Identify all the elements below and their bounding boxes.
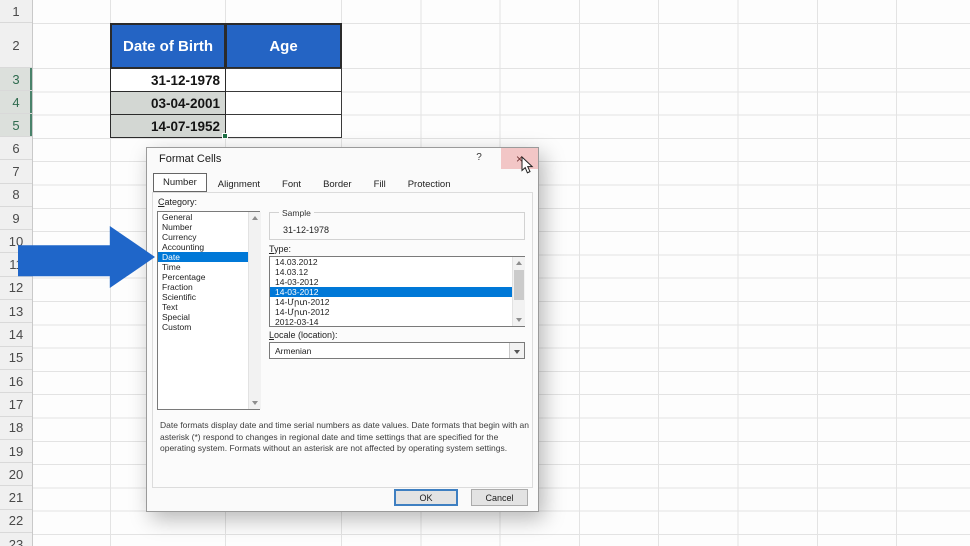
row-number[interactable]: 15 <box>0 347 32 370</box>
row-number[interactable]: 22 <box>0 510 32 534</box>
date-cell-active[interactable]: 31-12-1978 <box>110 68 226 92</box>
age-cell[interactable] <box>225 91 342 115</box>
tab-strip: Number Alignment Font Border Fill Protec… <box>153 173 462 192</box>
locale-label: Locale (location): <box>269 330 338 340</box>
locale-dropdown[interactable]: Armenian <box>269 342 525 359</box>
dropdown-button[interactable] <box>509 343 524 358</box>
date-cell-selected[interactable]: 03-04-2001 <box>110 91 226 115</box>
row-number[interactable]: 2 <box>0 23 32 68</box>
sample-label: Sample <box>279 208 314 218</box>
number-tab-panel: Category: General Number Currency Accountin… <box>152 192 533 488</box>
row-number[interactable]: 4 <box>0 91 32 114</box>
row-number[interactable]: 17 <box>0 393 32 417</box>
category-item[interactable]: General <box>158 212 259 222</box>
scrollbar-thumb[interactable] <box>514 270 524 300</box>
category-scrollbar[interactable] <box>248 212 261 409</box>
category-item[interactable]: Custom <box>158 322 259 332</box>
sample-value: 31-12-1978 <box>283 225 330 235</box>
dialog-title: Format Cells <box>159 153 222 165</box>
excel-worksheet: 1 2 3 4 5 6 7 8 9 10 11 12 13 14 15 16 17 18 19 20 21 22 23 Da… <box>0 0 970 546</box>
scroll-up-icon[interactable] <box>516 261 522 265</box>
date-format-description: Date formats display date and time seria… <box>160 420 529 453</box>
scroll-down-icon[interactable] <box>252 401 258 405</box>
type-item[interactable]: 14.03.12 <box>270 267 524 277</box>
age-cell[interactable] <box>225 68 342 92</box>
row-number[interactable]: 3 <box>0 68 32 91</box>
selection-fill-handle[interactable] <box>222 133 228 139</box>
type-scrollbar[interactable] <box>512 257 525 326</box>
row-number[interactable]: 16 <box>0 370 32 394</box>
row-number[interactable]: 5 <box>0 114 32 137</box>
age-cell[interactable] <box>225 114 342 138</box>
category-label: Category: <box>158 197 198 207</box>
header-cell-age[interactable]: Age <box>225 23 342 69</box>
help-icon[interactable]: ? <box>472 152 486 163</box>
category-item[interactable]: Fraction <box>158 282 259 292</box>
type-item[interactable]: 14-Մրտ-2012 <box>270 307 524 317</box>
header-cell-date-of-birth[interactable]: Date of Birth <box>110 23 226 69</box>
dialog-titlebar[interactable]: Format Cells ? × <box>147 148 538 169</box>
row-number[interactable]: 6 <box>0 137 32 161</box>
type-item[interactable]: 14.03.2012 <box>270 257 524 267</box>
category-item[interactable]: Date <box>158 252 259 262</box>
row-number[interactable]: 12 <box>0 277 32 301</box>
cancel-button[interactable]: Cancel <box>471 489 528 506</box>
tab-protection[interactable]: Protection <box>397 176 462 192</box>
type-listbox: 14.03.2012 14.03.12 14-03-2012 14-03-2012 14… <box>269 256 525 327</box>
mouse-cursor-icon <box>521 156 534 174</box>
type-item[interactable]: 14-03-2012 <box>270 277 524 287</box>
locale-selected-value: Armenian <box>275 346 312 356</box>
type-item[interactable]: 14-03-2012 <box>270 287 524 297</box>
type-item[interactable]: 2012-03-14 <box>270 317 524 326</box>
category-item[interactable]: Percentage <box>158 272 259 282</box>
row-number[interactable]: 1 <box>0 0 32 23</box>
row-number[interactable]: 20 <box>0 463 32 487</box>
tab-border[interactable]: Border <box>312 176 363 192</box>
date-cell-selected[interactable]: 14-07-1952 <box>110 114 226 138</box>
type-label: Type: <box>269 244 292 254</box>
row-number[interactable]: 7 <box>0 160 32 184</box>
category-item[interactable]: Text <box>158 302 259 312</box>
category-item[interactable]: Time <box>158 262 259 272</box>
format-cells-dialog: Format Cells ? × Number Alignment Font B… <box>146 147 539 512</box>
category-item[interactable]: Accounting <box>158 242 259 252</box>
category-item[interactable]: Special <box>158 312 259 322</box>
row-number[interactable]: 8 <box>0 184 32 207</box>
row-number[interactable]: 23 <box>0 533 32 546</box>
row-number[interactable]: 18 <box>0 417 32 440</box>
tab-alignment[interactable]: Alignment <box>207 176 271 192</box>
row-number[interactable]: 19 <box>0 440 32 464</box>
scroll-down-icon[interactable] <box>516 318 522 322</box>
category-listbox: General Number Currency Accounting Date Time P… <box>157 211 260 410</box>
category-item[interactable]: Scientific <box>158 292 259 302</box>
category-item[interactable]: Number <box>158 222 259 232</box>
category-item[interactable]: Currency <box>158 232 259 242</box>
type-item[interactable]: 14-Մրտ-2012 <box>270 297 524 307</box>
tab-number[interactable]: Number <box>153 173 207 192</box>
row-number[interactable]: 14 <box>0 323 32 347</box>
scroll-up-icon[interactable] <box>252 216 258 220</box>
tab-fill[interactable]: Fill <box>363 176 397 192</box>
ok-button[interactable]: OK <box>394 489 458 506</box>
sample-groupbox: Sample 31-12-1978 <box>269 208 525 240</box>
row-number[interactable]: 21 <box>0 486 32 510</box>
row-number[interactable]: 9 <box>0 207 32 231</box>
chevron-down-icon <box>513 350 520 354</box>
row-number[interactable]: 13 <box>0 300 32 324</box>
tab-font[interactable]: Font <box>271 176 312 192</box>
